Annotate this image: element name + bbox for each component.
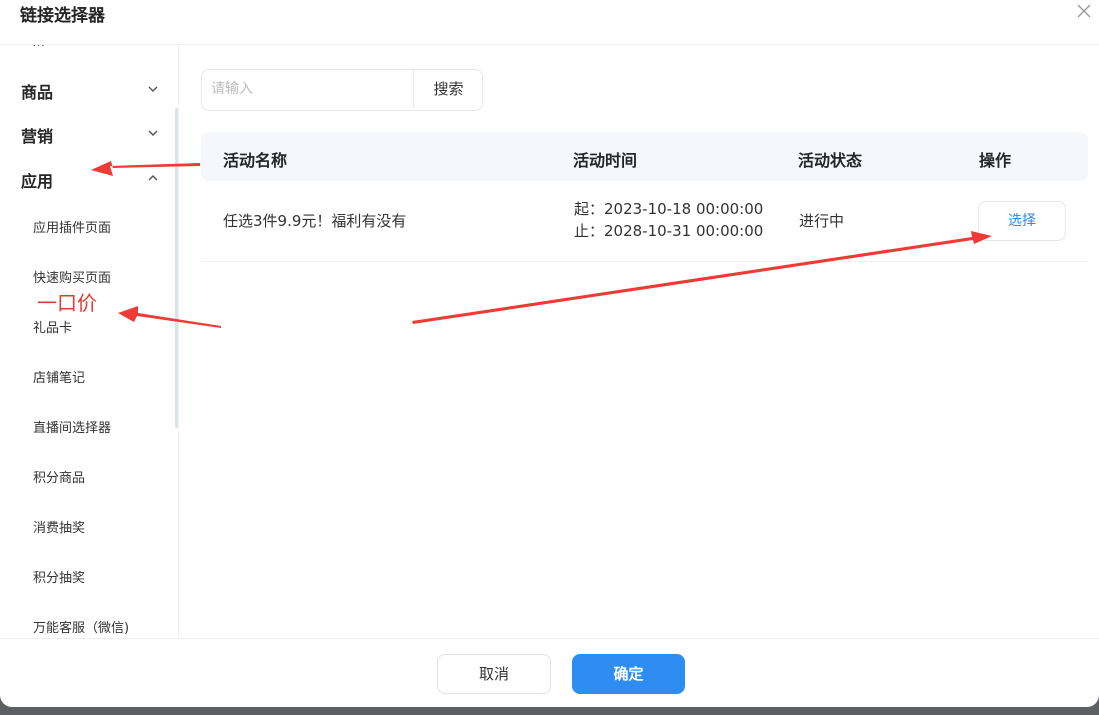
sidebar-item-spend-lottery[interactable]: 消费抽奖 xyxy=(0,509,168,543)
select-button[interactable]: 选择 xyxy=(978,201,1066,241)
sidebar-group-label: 营销 xyxy=(21,127,54,146)
sidebar-item-label: 礼品卡 xyxy=(33,321,73,336)
table-row: 任选3件9.9元！福利有没有 起：2023-10-18 00:00:00 止：2… xyxy=(201,181,1088,262)
chevron-up-icon xyxy=(148,175,158,181)
dialog-title: 链接选择器 xyxy=(20,6,105,26)
activity-end-time: 止：2028-10-31 00:00:00 xyxy=(574,222,764,240)
sidebar-item-universal-service[interactable]: 万能客服（微信) xyxy=(0,609,168,637)
dialog-footer: 取消 确定 xyxy=(0,638,1099,707)
sidebar-item-app-plugin-page[interactable]: 应用插件页面 xyxy=(0,209,168,243)
sidebar-cut-item: … xyxy=(32,45,45,50)
search-input[interactable] xyxy=(202,70,415,108)
search-box: 搜索 xyxy=(201,69,483,111)
sidebar-item-label: 店铺笔记 xyxy=(33,371,86,386)
sidebar-item-live-room-selector[interactable]: 直播间选择器 xyxy=(0,409,168,443)
sidebar-item-store-notes[interactable]: 店铺笔记 xyxy=(0,359,168,393)
activity-name: 任选3件9.9元！福利有没有 xyxy=(223,212,407,230)
activity-status: 进行中 xyxy=(799,212,845,230)
sidebar-item-label: 万能客服（微信) xyxy=(33,621,130,636)
column-header-status: 活动状态 xyxy=(798,151,863,170)
sidebar: … 商品 营销 应用 应用插件页面 快速购买页面 礼品卡 店铺笔记 直播间选择器… xyxy=(0,45,179,637)
link-selector-dialog: 链接选择器 … 商品 营销 应用 应用插件页面 快速购买页面 礼品卡 店铺笔记 … xyxy=(0,0,1099,707)
sidebar-group-goods[interactable]: 商品 xyxy=(0,69,168,109)
chevron-down-icon xyxy=(148,86,158,92)
sidebar-item-gift-card[interactable]: 礼品卡 xyxy=(0,309,168,343)
sidebar-item-label: 快速购买页面 xyxy=(33,271,112,286)
sidebar-item-label: 积分商品 xyxy=(33,471,86,486)
confirm-button[interactable]: 确定 xyxy=(572,654,685,694)
sidebar-item-label: 积分抽奖 xyxy=(33,571,86,586)
sidebar-item-points-goods[interactable]: 积分商品 xyxy=(0,459,168,493)
table-header: 活动名称 活动时间 活动状态 操作 xyxy=(201,132,1088,181)
chevron-down-icon xyxy=(148,130,158,136)
close-icon[interactable] xyxy=(1073,0,1095,22)
sidebar-group-label: 应用 xyxy=(21,172,54,191)
sidebar-group-apps[interactable]: 应用 xyxy=(0,158,168,198)
dialog-header: 链接选择器 xyxy=(0,0,1099,45)
sidebar-item-points-lottery[interactable]: 积分抽奖 xyxy=(0,559,168,593)
sidebar-scrollbar[interactable] xyxy=(175,108,178,428)
activity-start-time: 起：2023-10-18 00:00:00 xyxy=(574,200,764,218)
activity-time: 起：2023-10-18 00:00:00 止：2028-10-31 00:00… xyxy=(574,198,763,242)
sidebar-group-marketing[interactable]: 营销 xyxy=(0,113,168,153)
search-button[interactable]: 搜索 xyxy=(413,70,483,108)
sidebar-group-label: 商品 xyxy=(21,83,54,102)
column-header-name: 活动名称 xyxy=(223,151,288,170)
sidebar-item-label: 应用插件页面 xyxy=(33,221,112,236)
sidebar-item-label: 消费抽奖 xyxy=(33,521,86,536)
sidebar-item-label: 直播间选择器 xyxy=(33,421,112,436)
cancel-button[interactable]: 取消 xyxy=(437,654,551,694)
column-header-time: 活动时间 xyxy=(573,151,638,170)
column-header-action: 操作 xyxy=(979,151,1012,170)
sidebar-item-quick-buy-page[interactable]: 快速购买页面 xyxy=(0,259,168,293)
